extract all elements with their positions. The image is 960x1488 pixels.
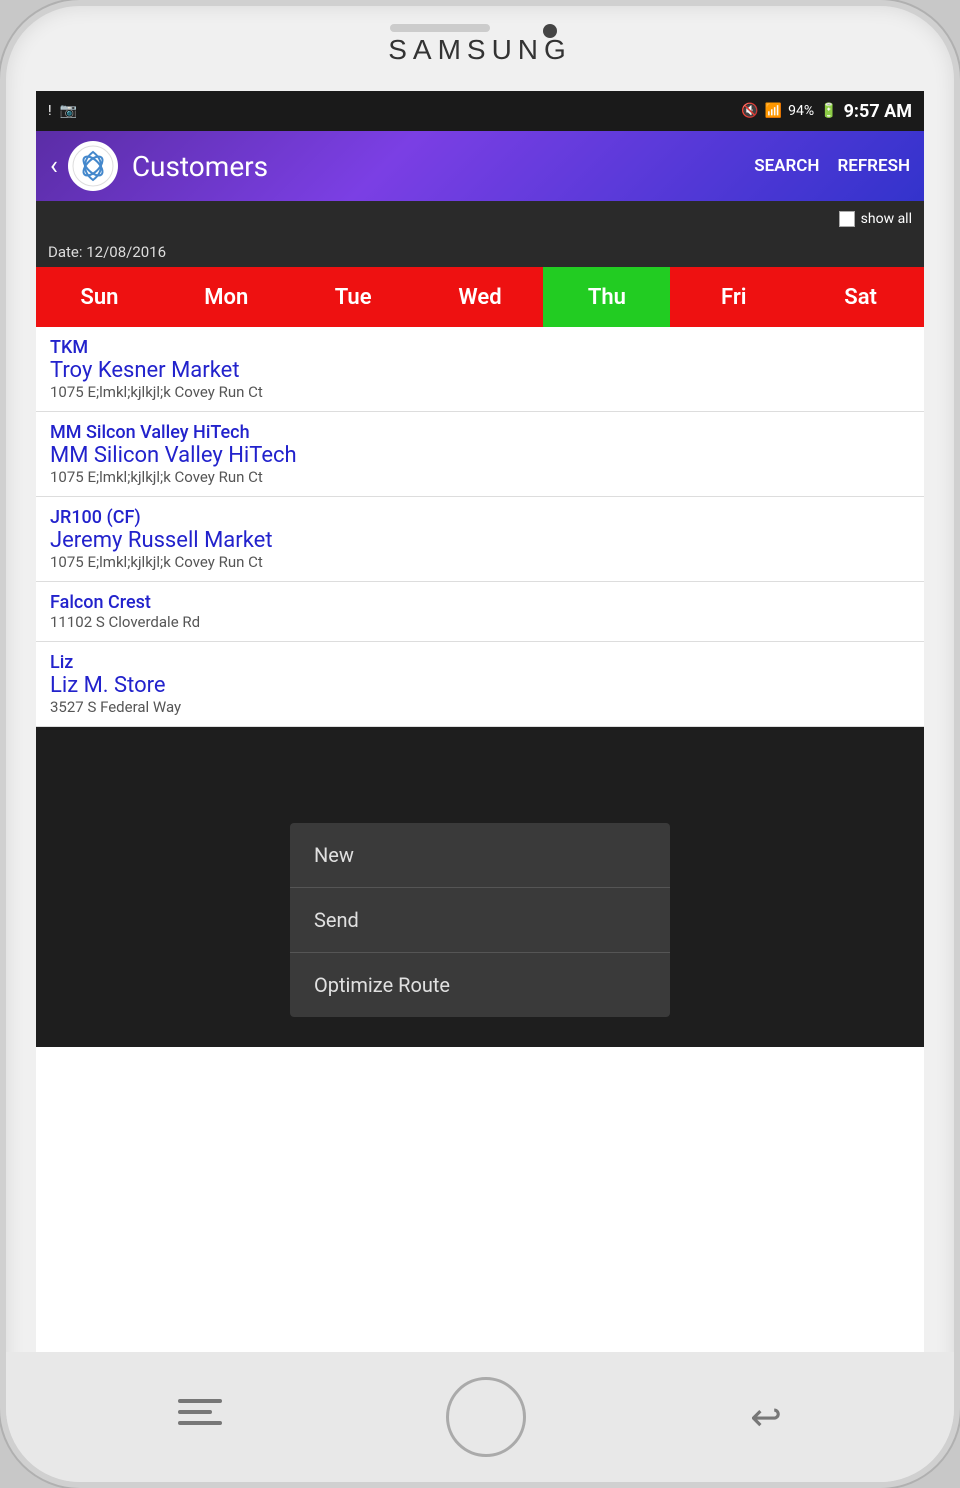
days-row: Sun Mon Tue Wed Thu Fri Sat: [36, 267, 924, 327]
date-text: Date: 12/08/2016: [48, 243, 166, 261]
context-menu-new[interactable]: New: [290, 823, 670, 888]
samsung-brand: SAMSUNG: [388, 34, 572, 66]
camera-status-icon: 📷: [60, 103, 77, 119]
customer-code: TKM: [50, 337, 910, 358]
home-nav-button[interactable]: [446, 1377, 526, 1457]
refresh-button[interactable]: REFRESH: [837, 156, 910, 176]
customer-address: 3527 S Federal Way: [50, 698, 910, 716]
show-all-bar: show all: [36, 201, 924, 237]
context-menu-send[interactable]: Send: [290, 888, 670, 953]
notification-icon: !: [48, 103, 52, 119]
day-thu[interactable]: Thu: [543, 267, 670, 327]
screen: ! 📷 🔇 📶 94% 🔋 9:57 AM ‹: [36, 91, 924, 1352]
show-all-checkbox[interactable]: [839, 211, 855, 227]
status-bar: ! 📷 🔇 📶 94% 🔋 9:57 AM: [36, 91, 924, 131]
back-button[interactable]: ‹: [50, 151, 58, 181]
customer-code: JR100 (CF): [50, 507, 910, 528]
customer-address: 1075 E;lmkl;kjlkjl;k Covey Run Ct: [50, 468, 910, 486]
battery-text: 94%: [788, 103, 814, 119]
customer-code: Liz: [50, 652, 910, 673]
device-frame: SAMSUNG ! 📷 🔇 📶 94% 🔋 9:57 AM ‹: [0, 0, 960, 1488]
top-speaker: [390, 24, 490, 32]
date-bar: Date: 12/08/2016: [36, 237, 924, 267]
customer-name: Liz M. Store: [50, 673, 910, 698]
list-item[interactable]: Liz Liz M. Store 3527 S Federal Way: [36, 642, 924, 727]
status-left: ! 📷: [48, 103, 77, 119]
day-sun[interactable]: Sun: [36, 267, 163, 327]
customer-code: MM Silcon Valley HiTech: [50, 422, 910, 443]
mute-icon: 🔇: [741, 103, 758, 119]
customer-address: 1075 E;lmkl;kjlkjl;k Covey Run Ct: [50, 553, 910, 571]
customer-code: Falcon Crest: [50, 592, 910, 613]
day-mon[interactable]: Mon: [163, 267, 290, 327]
dark-overlay: New Send Optimize Route: [36, 727, 924, 1047]
context-menu: New Send Optimize Route: [290, 823, 670, 1017]
home-button-circle: [446, 1377, 526, 1457]
app-logo: [68, 141, 118, 191]
battery-icon: 🔋: [820, 103, 837, 119]
back-arrow-icon: ↩: [750, 1395, 782, 1440]
status-right: 🔇 📶 94% 🔋 9:57 AM: [741, 101, 912, 122]
day-tue[interactable]: Tue: [290, 267, 417, 327]
customer-address: 11102 S Cloverdale Rd: [50, 613, 910, 631]
list-item[interactable]: Falcon Crest 11102 S Cloverdale Rd: [36, 582, 924, 642]
menu-line-2: [178, 1410, 212, 1414]
menu-line-3: [178, 1421, 222, 1425]
menu-icon: [178, 1399, 222, 1435]
customer-name: MM Silicon Valley HiTech: [50, 443, 910, 468]
search-button[interactable]: SEARCH: [754, 156, 819, 176]
app-header: ‹ Customers SEARCH REFRESH: [36, 131, 924, 201]
header-actions: SEARCH REFRESH: [754, 156, 910, 176]
context-menu-optimize-route[interactable]: Optimize Route: [290, 953, 670, 1017]
time-display: 9:57 AM: [844, 101, 912, 122]
day-sat[interactable]: Sat: [797, 267, 924, 327]
app-title: Customers: [132, 150, 754, 183]
day-wed[interactable]: Wed: [417, 267, 544, 327]
show-all-label: show all: [861, 211, 912, 227]
menu-line-1: [178, 1399, 222, 1403]
customer-list: TKM Troy Kesner Market 1075 E;lmkl;kjlkj…: [36, 327, 924, 1352]
list-item[interactable]: JR100 (CF) Jeremy Russell Market 1075 E;…: [36, 497, 924, 582]
list-item[interactable]: MM Silcon Valley HiTech MM Silicon Valle…: [36, 412, 924, 497]
day-fri[interactable]: Fri: [670, 267, 797, 327]
wifi-icon: 📶: [765, 103, 782, 119]
customer-name: Troy Kesner Market: [50, 358, 910, 383]
logo-svg: [71, 144, 115, 188]
back-nav-button[interactable]: ↩: [750, 1395, 782, 1440]
customer-name: Jeremy Russell Market: [50, 528, 910, 553]
customer-address: 1075 E;lmkl;kjlkjl;k Covey Run Ct: [50, 383, 910, 401]
menu-nav-button[interactable]: [178, 1399, 222, 1435]
bottom-nav: ↩: [6, 1352, 954, 1482]
front-camera: [543, 24, 557, 38]
list-item[interactable]: TKM Troy Kesner Market 1075 E;lmkl;kjlkj…: [36, 327, 924, 412]
